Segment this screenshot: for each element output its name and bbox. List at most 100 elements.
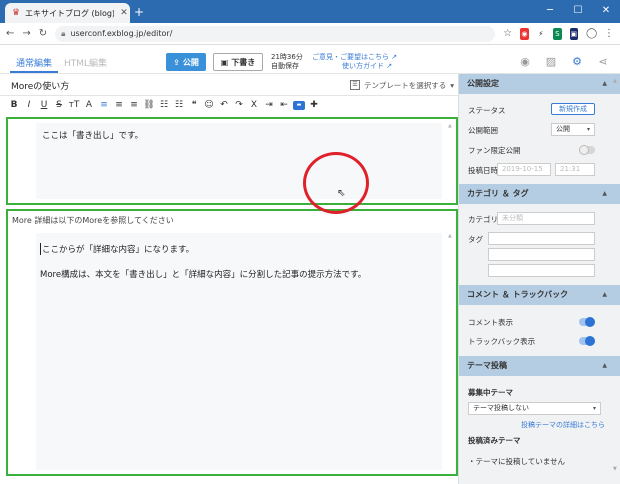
url-text: userconf.exblog.jp/editor/ xyxy=(70,29,173,38)
tab-html-edit[interactable]: HTML編集 xyxy=(58,55,113,73)
autosave-status: 21時36分 自動保存 xyxy=(271,53,303,71)
profile-icon[interactable]: ◯ xyxy=(586,28,597,39)
bold-icon[interactable]: B xyxy=(8,98,20,112)
align-left-icon[interactable]: ≡ xyxy=(98,98,110,112)
trackback-display-label: トラックバック表示 xyxy=(468,337,536,346)
text-color-icon[interactable]: A xyxy=(83,98,95,112)
maximize-icon[interactable]: ☐ xyxy=(564,0,592,23)
emoji-icon[interactable]: ☺ xyxy=(203,98,215,112)
editor-area: Moreの使い方 ☰ テンプレートを選択する ▾ B I U S ᴛT A ≡ … xyxy=(0,74,458,484)
font-size-icon[interactable]: ᴛT xyxy=(68,98,80,112)
redo-icon[interactable]: ↷ xyxy=(233,98,245,112)
new-tab-icon[interactable]: + xyxy=(134,5,144,19)
tag-input[interactable] xyxy=(488,264,595,277)
extension-icon[interactable]: ◉ xyxy=(520,27,529,40)
template-icon: ☰ xyxy=(350,80,360,90)
tag-label: タグ xyxy=(468,235,483,244)
category-select[interactable]: 未分類 xyxy=(497,212,595,225)
trackback-display-toggle[interactable] xyxy=(579,336,595,346)
link-icon[interactable]: ⛓ xyxy=(143,98,155,112)
share-icon[interactable]: ⋖ xyxy=(596,54,610,70)
numbered-list-icon[interactable]: ☷ xyxy=(173,98,185,112)
more-tag-icon[interactable]: ▬ xyxy=(293,100,305,110)
tag-input[interactable] xyxy=(488,248,595,261)
tag-input[interactable] xyxy=(488,232,595,245)
comment-display-label: コメント表示 xyxy=(468,318,513,327)
posted-theme-value: ・テーマに投稿していません xyxy=(468,457,566,466)
url-field[interactable]: 🔒︎ userconf.exblog.jp/editor/ xyxy=(55,25,496,42)
publish-settings-header[interactable]: 公開設定 ▲ xyxy=(459,74,620,94)
back-icon[interactable]: ← xyxy=(6,28,14,39)
extension-s-icon[interactable]: S xyxy=(553,27,562,40)
excerpt-scrollbar[interactable] xyxy=(448,123,454,199)
extension-bolt-icon[interactable]: ⚡ xyxy=(536,27,546,40)
preview-eye-icon[interactable]: ◉ xyxy=(518,54,532,70)
bullet-list-icon[interactable]: ☷ xyxy=(158,98,170,112)
format-toolbar: B I U S ᴛT A ≡ ≡ ≡ ⛓ ☷ ☷ ❝ ☺ ↶ ↷ Ⅹ ⇥ ⇤ ▬… xyxy=(0,96,458,114)
outdent-icon[interactable]: ⇤ xyxy=(278,98,290,112)
undo-icon[interactable]: ↶ xyxy=(218,98,230,112)
theme-detail-link[interactable]: 投稿テーマの詳細はこちら xyxy=(521,420,605,430)
guide-link[interactable]: 使い方ガイド ↗ xyxy=(312,62,397,71)
comment-display-toggle[interactable] xyxy=(579,317,595,327)
scope-select[interactable]: 公開 ▾ xyxy=(551,123,595,136)
detail-line: ここからが「詳細な内容」になります。 xyxy=(40,243,195,255)
underline-icon[interactable]: U xyxy=(38,98,50,112)
theme-post-header[interactable]: テーマ投稿 ▲ xyxy=(459,356,620,376)
publish-button[interactable]: ⇪ 公開 xyxy=(166,53,206,71)
reload-icon[interactable]: ↻ xyxy=(39,28,47,39)
panel-scrollbar[interactable]: ▲ ▼ xyxy=(612,74,620,484)
lock-icon: 🔒︎ xyxy=(61,28,66,38)
close-tab-icon[interactable]: ✕ xyxy=(118,8,130,18)
fan-only-toggle[interactable] xyxy=(579,145,595,155)
favicon-icon: ♛ xyxy=(11,8,21,18)
feedback-link[interactable]: ご意見・ご要望はこちら ↗ xyxy=(312,53,397,62)
gear-icon[interactable]: ⚙ xyxy=(570,54,584,70)
collapse-icon: ▲ xyxy=(602,362,607,369)
minimize-icon[interactable]: ─ xyxy=(536,0,564,23)
chevron-down-icon: ▾ xyxy=(450,80,455,90)
recruiting-theme-label: 募集中テーマ xyxy=(468,388,513,397)
save-draft-button[interactable]: ▣ 下書き xyxy=(213,53,263,71)
save-icon: ▣ xyxy=(220,57,229,67)
strikethrough-icon[interactable]: S xyxy=(53,98,65,112)
detail-box: More 詳細は以下のMoreを参照してください ここからが「詳細な内容」になり… xyxy=(6,209,458,476)
template-select[interactable]: ☰ テンプレートを選択する ▾ xyxy=(350,78,454,92)
post-time-input[interactable]: 21:31 xyxy=(555,163,595,176)
window-controls: ─ ☐ ✕ xyxy=(536,0,620,23)
align-right-icon[interactable]: ≡ xyxy=(128,98,140,112)
chevron-down-icon: ▾ xyxy=(586,126,590,133)
align-center-icon[interactable]: ≡ xyxy=(113,98,125,112)
indent-icon[interactable]: ⇥ xyxy=(263,98,275,112)
scroll-down-icon[interactable]: ▼ xyxy=(613,466,617,472)
settings-panel: 公開設定 ▲ ステータス 新規作成 公開範囲 公開 ▾ ファン限定公開 投稿日時… xyxy=(458,74,620,484)
clear-format-icon[interactable]: Ⅹ xyxy=(248,98,260,112)
category-label: カテゴリ xyxy=(468,215,498,224)
post-date-input[interactable]: 2019-10-15 xyxy=(497,163,551,176)
bookmark-star-icon[interactable]: ☆ xyxy=(503,28,512,39)
category-tag-header[interactable]: カテゴリ ＆ タグ ▲ xyxy=(459,184,620,204)
publish-label: 公開 xyxy=(182,57,199,67)
forward-icon[interactable]: → xyxy=(22,28,30,39)
browser-menu-icon[interactable]: ⋮ xyxy=(604,28,614,39)
autosave-time: 21時36分 xyxy=(271,53,303,61)
image-icon[interactable]: ▨ xyxy=(544,54,558,70)
mouse-pointer-icon: ⇖ xyxy=(337,188,346,199)
theme-select[interactable]: テーマ投稿しない ▾ xyxy=(468,402,601,415)
extension-box-icon[interactable]: ▣ xyxy=(569,27,579,40)
detail-scrollbar[interactable] xyxy=(448,233,454,470)
italic-icon[interactable]: I xyxy=(23,98,35,112)
header-icons: ◉ ▨ ⚙ ⋖ xyxy=(518,54,610,70)
comment-trackback-header[interactable]: コメント ＆ トラックバック ▲ xyxy=(459,285,620,305)
feedback-links: ご意見・ご要望はこちら ↗ 使い方ガイド ↗ xyxy=(312,53,397,71)
post-title-input[interactable]: Moreの使い方 xyxy=(11,79,69,92)
plugin-puzzle-icon[interactable]: ✚ xyxy=(308,98,320,112)
browser-tab[interactable]: ♛ エキサイトブログ (blog) ✕ xyxy=(5,3,130,23)
scroll-up-icon[interactable]: ▲ xyxy=(613,78,617,84)
tab-title: エキサイトブログ (blog) xyxy=(25,8,114,18)
close-window-icon[interactable]: ✕ xyxy=(592,0,620,23)
quote-icon[interactable]: ❝ xyxy=(188,98,200,112)
tab-normal-edit[interactable]: 通常編集 xyxy=(10,55,59,73)
upload-icon: ⇪ xyxy=(173,57,180,67)
new-status-button[interactable]: 新規作成 xyxy=(551,103,595,115)
